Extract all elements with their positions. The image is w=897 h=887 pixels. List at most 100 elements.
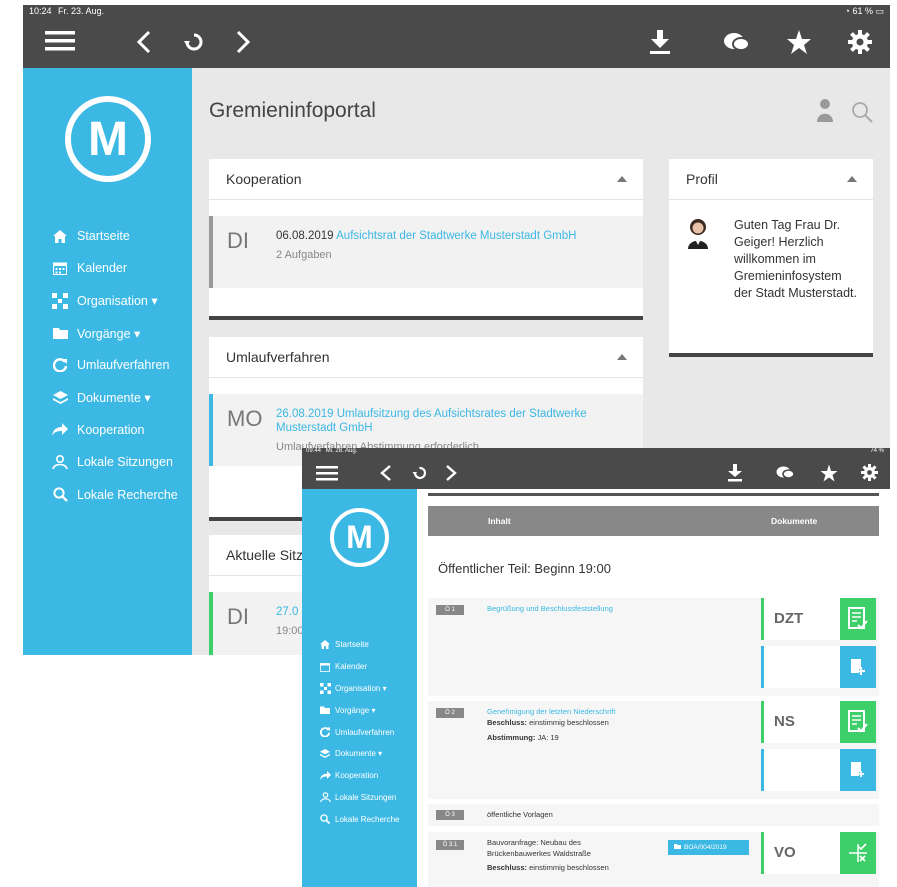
sidebar-item-kooperation[interactable]: Kooperation: [302, 765, 417, 787]
screenshot-tablet-agenda: 09:44 Mi. 28. Aug. 74 % M Startseite Kal…: [302, 448, 890, 887]
sidebar-item-startseite[interactable]: Startseite: [23, 220, 192, 252]
organisation-icon: [51, 292, 69, 309]
sidebar-item-vorgaenge[interactable]: Vorgänge ▾: [302, 699, 417, 721]
sidebar-item-kooperation[interactable]: Kooperation: [23, 414, 192, 446]
calendar-icon: [319, 662, 331, 672]
sidebar-item-lokale-recherche[interactable]: Lokale Recherche: [23, 478, 192, 510]
people-icon: [51, 455, 69, 470]
item-subtext: 2 Aufgaben: [276, 249, 332, 261]
search-icon[interactable]: [851, 101, 873, 128]
sidebar-item-dokumente[interactable]: Dokumente ▾: [23, 381, 192, 413]
item-link[interactable]: 26.08.2019 Umlaufsitzung des Aufsichtsra…: [276, 408, 587, 434]
reload-icon[interactable]: [183, 31, 205, 53]
item-link[interactable]: 27.0: [276, 606, 298, 618]
sidebar-item-label: Vorgänge ▾: [77, 326, 141, 341]
refresh-icon: [51, 358, 69, 373]
sidebar-item-vorgaenge[interactable]: Vorgänge ▾: [23, 317, 192, 349]
layers-icon: [319, 749, 331, 759]
favorites-star-icon[interactable]: [820, 464, 838, 482]
vorlage-tag[interactable]: BOA/004/2019: [668, 840, 749, 855]
people-icon: [319, 792, 331, 803]
back-arrow-icon[interactable]: [136, 30, 152, 54]
top-toolbar: [302, 456, 890, 489]
divider: [428, 493, 879, 496]
beschluss-label: Beschluss:: [487, 718, 528, 727]
document-code: NS: [774, 713, 795, 730]
document-checked-icon[interactable]: [840, 701, 876, 743]
document-entry[interactable]: VO: [761, 832, 876, 874]
sidebar-item-umlaufverfahren[interactable]: Umlaufverfahren: [23, 349, 192, 381]
avatar: [685, 217, 711, 249]
sidebar-item-kalender[interactable]: Kalender: [23, 252, 192, 284]
sidebar-item-organisation[interactable]: Organisation ▾: [302, 678, 417, 700]
kooperation-item[interactable]: DI 06.08.2019 Aufsichtsrat der Stadtwerk…: [209, 216, 643, 288]
collapse-caret-icon[interactable]: [617, 176, 627, 182]
status-date: Fr. 23. Aug.: [58, 6, 105, 16]
profil-card-title: Profil: [686, 171, 718, 187]
reload-icon[interactable]: [412, 465, 427, 480]
sidebar-item-umlaufverfahren[interactable]: Umlaufverfahren: [302, 721, 417, 743]
agenda-title: öffentliche Vorlagen: [487, 810, 553, 819]
document-entry-empty[interactable]: [761, 646, 876, 688]
agenda-row: Ö 3 öffentliche Vorlagen: [428, 804, 879, 826]
item-day: DI: [227, 604, 249, 629]
kooperation-card-title: Kooperation: [226, 171, 302, 187]
download-icon[interactable]: [649, 29, 671, 55]
section-title: Öffentlicher Teil: Beginn 19:00: [438, 561, 611, 576]
abstimmung-label: Abstimmung:: [487, 733, 536, 742]
sidebar-nav: Startseite Kalender Organisation ▾ Vorgä…: [302, 634, 417, 830]
sidebar-item-label: Lokale Sitzungen: [335, 792, 397, 802]
menu-icon[interactable]: [45, 30, 75, 52]
collapse-caret-icon[interactable]: [847, 176, 857, 182]
add-document-icon[interactable]: [840, 646, 876, 688]
sidebar-item-label: Dokumente ▾: [77, 391, 151, 406]
agenda-title-link[interactable]: Genehmigung der letzten Niederschrift: [487, 707, 615, 716]
abstimmung-value: JA: 19: [537, 733, 559, 742]
item-link[interactable]: Aufsichtsrat der Stadtwerke Musterstadt …: [336, 230, 576, 242]
user-icon[interactable]: [817, 98, 833, 127]
share-arrow-icon: [319, 771, 331, 781]
agenda-number: Ö 1: [436, 605, 464, 615]
favorites-star-icon[interactable]: [786, 29, 812, 55]
document-entry-empty[interactable]: [761, 749, 876, 791]
sidebar-item-dokumente[interactable]: Dokumente ▾: [302, 743, 417, 765]
umlaufverfahren-card-title: Umlaufverfahren: [226, 349, 330, 365]
battery-level: 61 %: [852, 6, 873, 16]
status-date: Mi. 28. Aug.: [325, 448, 358, 454]
organisation-icon: [319, 682, 331, 694]
sidebar-item-label: Vorgänge ▾: [335, 705, 376, 715]
settings-gear-icon[interactable]: [848, 30, 872, 54]
add-document-icon[interactable]: [840, 749, 876, 791]
download-icon[interactable]: [727, 464, 743, 482]
document-entry[interactable]: DZT: [761, 598, 876, 640]
forward-arrow-icon[interactable]: [235, 30, 251, 54]
vorlage-tag-label: BOA/004/2019: [684, 844, 727, 851]
status-time: 10:24: [29, 6, 52, 16]
battery-level: 74 %: [870, 448, 884, 454]
sidebar-item-lokale-recherche[interactable]: Lokale Recherche: [302, 808, 417, 830]
forward-arrow-icon[interactable]: [445, 465, 457, 481]
sidebar-item-lokale-sitzungen[interactable]: Lokale Sitzungen: [302, 787, 417, 809]
sidebar-item-label: Dokumente ▾: [335, 749, 383, 759]
sidebar-item-kalender[interactable]: Kalender: [302, 656, 417, 678]
agenda-row: Ö 1 Begrüßung und Beschlussfeststellung …: [428, 598, 879, 696]
menu-icon[interactable]: [316, 465, 338, 481]
back-arrow-icon[interactable]: [380, 465, 392, 481]
document-checked-icon[interactable]: [840, 598, 876, 640]
agenda-row: Ö 2 Genehmigung der letzten Niederschrif…: [428, 701, 879, 799]
profil-greeting: Guten Tag Frau Dr. Geiger! Herzlich will…: [734, 218, 857, 300]
chat-icon[interactable]: [723, 31, 751, 53]
collapse-caret-icon[interactable]: [617, 354, 627, 360]
agenda-title-link[interactable]: Begrüßung und Beschlussfeststellung: [487, 604, 613, 613]
settings-gear-icon[interactable]: [861, 464, 878, 481]
sidebar-item-lokale-sitzungen[interactable]: Lokale Sitzungen: [23, 446, 192, 478]
wifi-icon: ◔: [844, 6, 850, 16]
chat-icon[interactable]: [776, 465, 795, 480]
vote-icon[interactable]: [840, 832, 876, 874]
sidebar-item-organisation[interactable]: Organisation ▾: [23, 285, 192, 317]
sidebar-item-startseite[interactable]: Startseite: [302, 634, 417, 656]
document-entry[interactable]: NS: [761, 701, 876, 743]
calendar-icon: [51, 261, 69, 276]
column-dokumente: Dokumente: [771, 516, 818, 526]
profil-card: Profil Guten Tag Frau Dr. Geiger! Herzli…: [669, 159, 873, 357]
